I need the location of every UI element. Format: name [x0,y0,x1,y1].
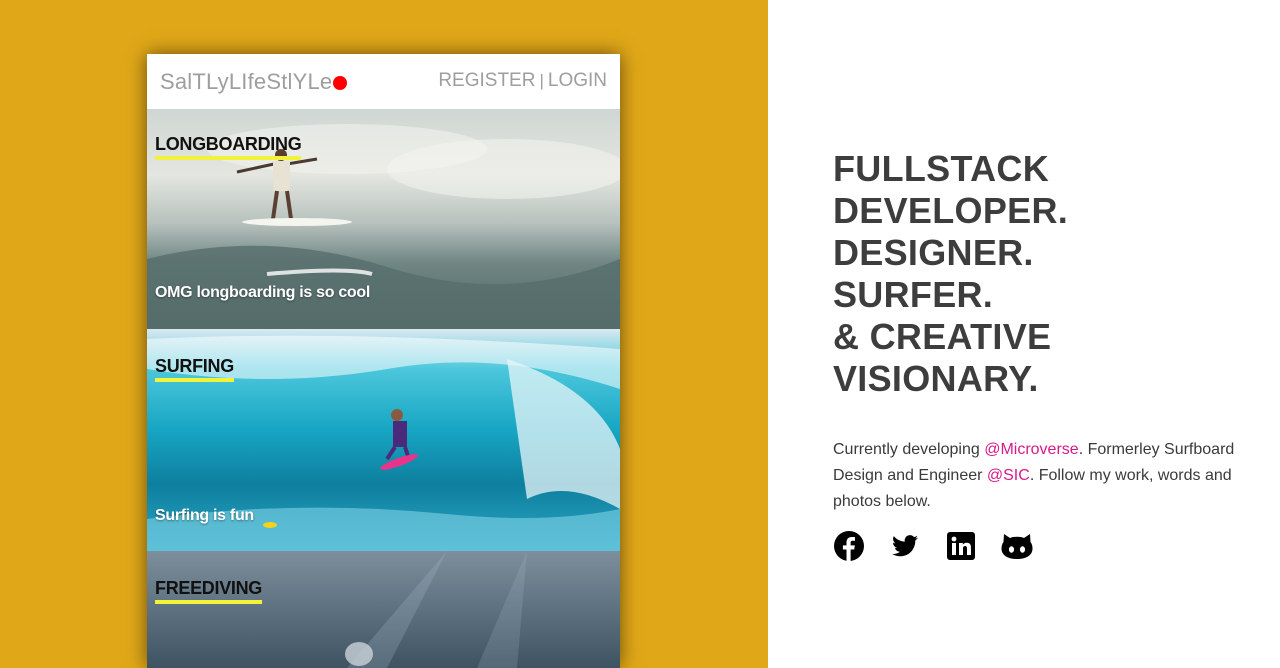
brand-dot-icon [333,76,348,90]
card-caption: Surfing is fun [155,507,254,524]
auth-separator: | [539,71,544,90]
auth-links: REGISTER | LOGIN [438,70,607,92]
headline-line: SURFER. [833,274,994,315]
facebook-icon[interactable] [833,530,865,562]
app-header: SalTLyLIfeStlYLe REGISTER | LOGIN [147,54,620,109]
twitter-icon[interactable] [889,530,921,562]
sic-link[interactable]: @SIC [987,467,1030,484]
headline-line: DESIGNER. [833,232,1034,273]
headline-line: VISIONARY. [833,358,1039,399]
card-title[interactable]: FREEDIVING [155,578,262,604]
headline: FULLSTACK DEVELOPER. DESIGNER. SURFER. &… [833,148,1263,400]
headline-line: FULLSTACK [833,148,1049,189]
login-link[interactable]: LOGIN [548,70,607,91]
card-surfing[interactable]: SURFING Surfing is fun [147,329,620,551]
phone-mockup: SalTLyLIfeStlYLe REGISTER | LOGIN LONGBOAR… [147,54,620,668]
github-icon[interactable] [1001,530,1033,562]
headline-line: DEVELOPER. [833,190,1069,231]
card-title[interactable]: SURFING [155,356,234,382]
card-longboarding[interactable]: LONGBOARDING OMG longboarding is so cool [147,109,620,329]
left-panel: SalTLyLIfeStlYLe REGISTER | LOGIN LONGBOAR… [0,0,768,668]
social-links [833,530,1057,562]
bio-text: Currently developing @Microverse. Former… [833,437,1263,515]
bio-part: Currently developing [833,441,985,458]
right-panel: FULLSTACK DEVELOPER. DESIGNER. SURFER. &… [768,0,1280,668]
linkedin-icon[interactable] [945,530,977,562]
freediving-photo [345,551,527,668]
brand-text: SalTLyLIfeStlYLe [160,69,333,94]
brand-logo[interactable]: SalTLyLIfeStlYLe [160,69,348,95]
card-title[interactable]: LONGBOARDING [155,134,302,160]
register-link[interactable]: REGISTER [438,70,535,91]
card-freediving[interactable]: FREEDIVING [147,551,620,668]
headline-line: & CREATIVE [833,316,1052,357]
microverse-link[interactable]: @Microverse [984,441,1078,458]
card-caption: OMG longboarding is so cool [155,284,371,301]
